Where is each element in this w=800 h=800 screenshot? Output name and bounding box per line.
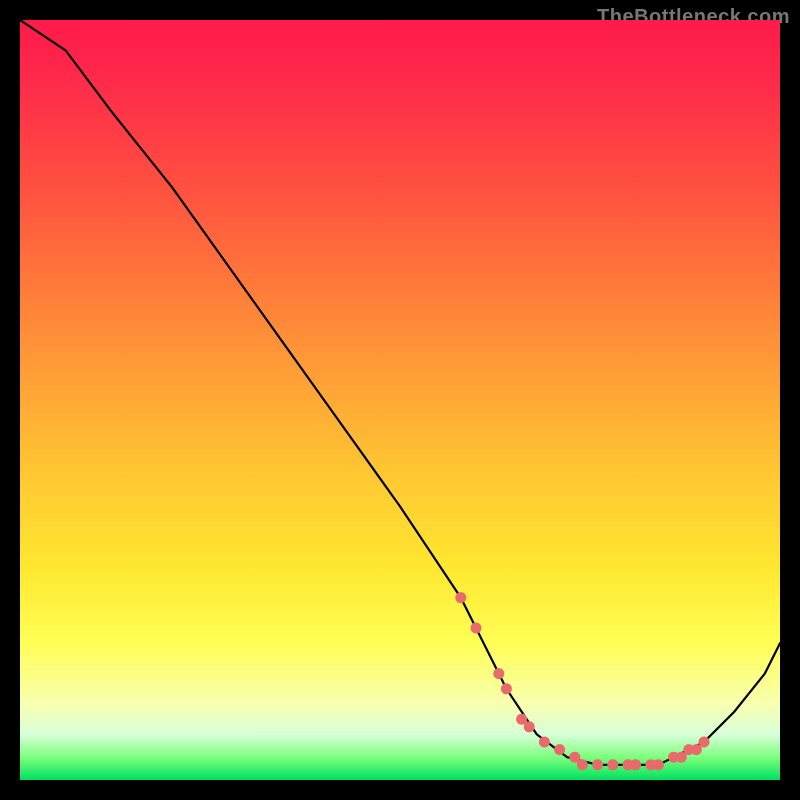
marker-point (630, 759, 641, 770)
marker-point (524, 721, 535, 732)
marker-point (607, 759, 618, 770)
marker-point (554, 744, 565, 755)
marker-point (699, 737, 710, 748)
plot-area (20, 20, 780, 780)
curve-line (20, 20, 780, 765)
marker-point (493, 668, 504, 679)
marker-point (539, 737, 550, 748)
marker-point (455, 592, 466, 603)
marker-point (471, 623, 482, 634)
markers-group (455, 592, 709, 770)
marker-point (592, 759, 603, 770)
marker-point (577, 759, 588, 770)
marker-point (501, 683, 512, 694)
chart-svg (20, 20, 780, 780)
chart-stage: TheBottleneck.com (0, 0, 800, 800)
marker-point (653, 759, 664, 770)
